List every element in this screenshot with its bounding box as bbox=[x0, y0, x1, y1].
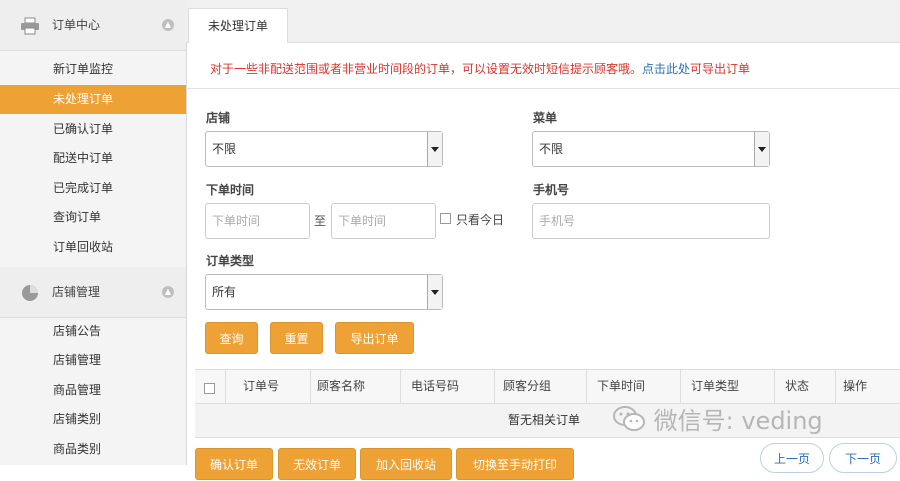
pie-chart-icon bbox=[22, 285, 38, 301]
switch-manual-print-button[interactable]: 切换至手动打印 bbox=[456, 448, 574, 480]
empty-message: 暂无相关订单 bbox=[508, 413, 581, 427]
sidebar-item-store-manage[interactable]: 店铺管理 bbox=[0, 346, 186, 375]
column-header-actions[interactable]: 操作 bbox=[843, 370, 867, 403]
menu-label: 菜单 bbox=[533, 111, 558, 125]
sidebar-item-confirmed-orders[interactable]: 已确认订单 bbox=[0, 115, 186, 144]
export-orders-button[interactable]: 导出订单 bbox=[335, 322, 414, 354]
sidebar-item-store-category[interactable]: 店铺类别 bbox=[0, 405, 186, 434]
time-to-input[interactable]: 下单时间 bbox=[331, 203, 436, 239]
time-from-input[interactable]: 下单时间 bbox=[205, 203, 310, 239]
chevron-down-icon[interactable] bbox=[427, 132, 442, 166]
order-type-value: 所有 bbox=[212, 285, 237, 299]
column-header-order-time[interactable]: 下单时间 bbox=[597, 370, 645, 403]
column-divider bbox=[774, 370, 775, 403]
column-divider bbox=[680, 370, 681, 403]
order-type-label: 订单类型 bbox=[206, 254, 255, 268]
next-page-button[interactable]: 下一页 bbox=[829, 443, 897, 473]
select-all-checkbox[interactable] bbox=[204, 383, 215, 394]
sidebar-item-product-manage[interactable]: 商品管理 bbox=[0, 376, 186, 405]
tab-bar: 未处理订单 bbox=[186, 0, 900, 43]
sidebar-item-product-category[interactable]: 商品类别 bbox=[0, 435, 186, 464]
chevron-down-icon[interactable] bbox=[427, 275, 442, 309]
column-divider bbox=[225, 370, 226, 403]
prev-page-button[interactable]: 上一页 bbox=[760, 443, 824, 473]
column-header-customer-group[interactable]: 顾客分组 bbox=[503, 370, 551, 403]
time-separator: 至 bbox=[314, 214, 327, 228]
column-divider bbox=[494, 370, 495, 403]
sidebar-item-delivering-orders[interactable]: 配送中订单 bbox=[0, 144, 186, 173]
phone-label: 手机号 bbox=[533, 183, 570, 197]
tab-unprocessed-orders[interactable]: 未处理订单 bbox=[188, 8, 288, 43]
reset-button[interactable]: 重置 bbox=[270, 322, 323, 354]
phone-input[interactable]: 手机号 bbox=[532, 203, 770, 239]
sidebar-section-label: 店铺管理 bbox=[52, 285, 101, 299]
order-type-select[interactable]: 所有 bbox=[205, 274, 443, 310]
sidebar-item-query-orders[interactable]: 查询订单 bbox=[0, 203, 186, 232]
chevron-down-icon[interactable] bbox=[754, 132, 769, 166]
column-header-customer-name[interactable]: 顾客名称 bbox=[317, 370, 365, 403]
sidebar-section-order-center[interactable]: 订单中心 ▲ bbox=[0, 0, 186, 51]
time-to-placeholder: 下单时间 bbox=[338, 214, 387, 228]
column-divider bbox=[835, 370, 836, 403]
notice-text: 对于一些非配送范围或者非营业时间段的订单，可以设置无效时短信提示顾客哦。 bbox=[210, 62, 643, 76]
collapse-up-icon[interactable]: ▲ bbox=[162, 286, 174, 298]
store-select-value: 不限 bbox=[212, 142, 237, 156]
collapse-up-icon[interactable]: ▲ bbox=[162, 19, 174, 31]
column-divider bbox=[400, 370, 401, 403]
wechat-icon bbox=[613, 406, 645, 431]
menu-select-value: 不限 bbox=[539, 142, 564, 156]
today-only-label: 只看今日 bbox=[456, 213, 505, 227]
watermark: 微信号: veding bbox=[612, 401, 823, 436]
sidebar-item-order-recycle-bin[interactable]: 订单回收站 bbox=[0, 233, 186, 262]
phone-placeholder: 手机号 bbox=[539, 214, 576, 228]
orders-table-header: 订单号 顾客名称 电话号码 顾客分组 下单时间 订单类型 状态 操作 bbox=[195, 369, 900, 404]
add-to-recycle-bin-button[interactable]: 加入回收站 bbox=[360, 448, 452, 480]
confirm-order-button[interactable]: 确认订单 bbox=[195, 448, 273, 480]
column-header-order-type[interactable]: 订单类型 bbox=[691, 370, 739, 403]
sidebar-item-new-order-monitor[interactable]: 新订单监控 bbox=[0, 55, 186, 84]
column-header-order-no[interactable]: 订单号 bbox=[243, 370, 279, 403]
sidebar-section-label: 订单中心 bbox=[52, 18, 101, 32]
sidebar-item-completed-orders[interactable]: 已完成订单 bbox=[0, 174, 186, 203]
column-header-status[interactable]: 状态 bbox=[785, 370, 809, 403]
store-label: 店铺 bbox=[206, 111, 231, 125]
notice-text-after: 可导出订单 bbox=[690, 62, 751, 76]
order-time-label: 下单时间 bbox=[206, 183, 255, 197]
today-only-checkbox[interactable] bbox=[440, 213, 451, 224]
column-divider bbox=[310, 370, 311, 403]
sidebar: 订单中心 ▲ 新订单监控 未处理订单 已确认订单 配送中订单 已完成订单 查询订… bbox=[0, 0, 187, 465]
query-button[interactable]: 查询 bbox=[205, 322, 258, 354]
menu-select[interactable]: 不限 bbox=[532, 131, 770, 167]
column-header-phone[interactable]: 电话号码 bbox=[411, 370, 459, 403]
divider bbox=[186, 88, 900, 89]
column-divider bbox=[586, 370, 587, 403]
watermark-text: 微信号: veding bbox=[653, 407, 823, 435]
invalid-order-button[interactable]: 无效订单 bbox=[278, 448, 356, 480]
sidebar-section-store-management[interactable]: 店铺管理 ▲ bbox=[0, 267, 186, 318]
store-select[interactable]: 不限 bbox=[205, 131, 443, 167]
time-from-placeholder: 下单时间 bbox=[212, 214, 261, 228]
printer-icon bbox=[21, 17, 39, 35]
sidebar-item-unprocessed-orders[interactable]: 未处理订单 bbox=[0, 85, 186, 114]
notice-banner: 对于一些非配送范围或者非营业时间段的订单，可以设置无效时短信提示顾客哦。点击此处… bbox=[210, 60, 750, 77]
sidebar-item-store-notice[interactable]: 店铺公告 bbox=[0, 317, 186, 346]
notice-link[interactable]: 点击此处 bbox=[642, 62, 690, 76]
